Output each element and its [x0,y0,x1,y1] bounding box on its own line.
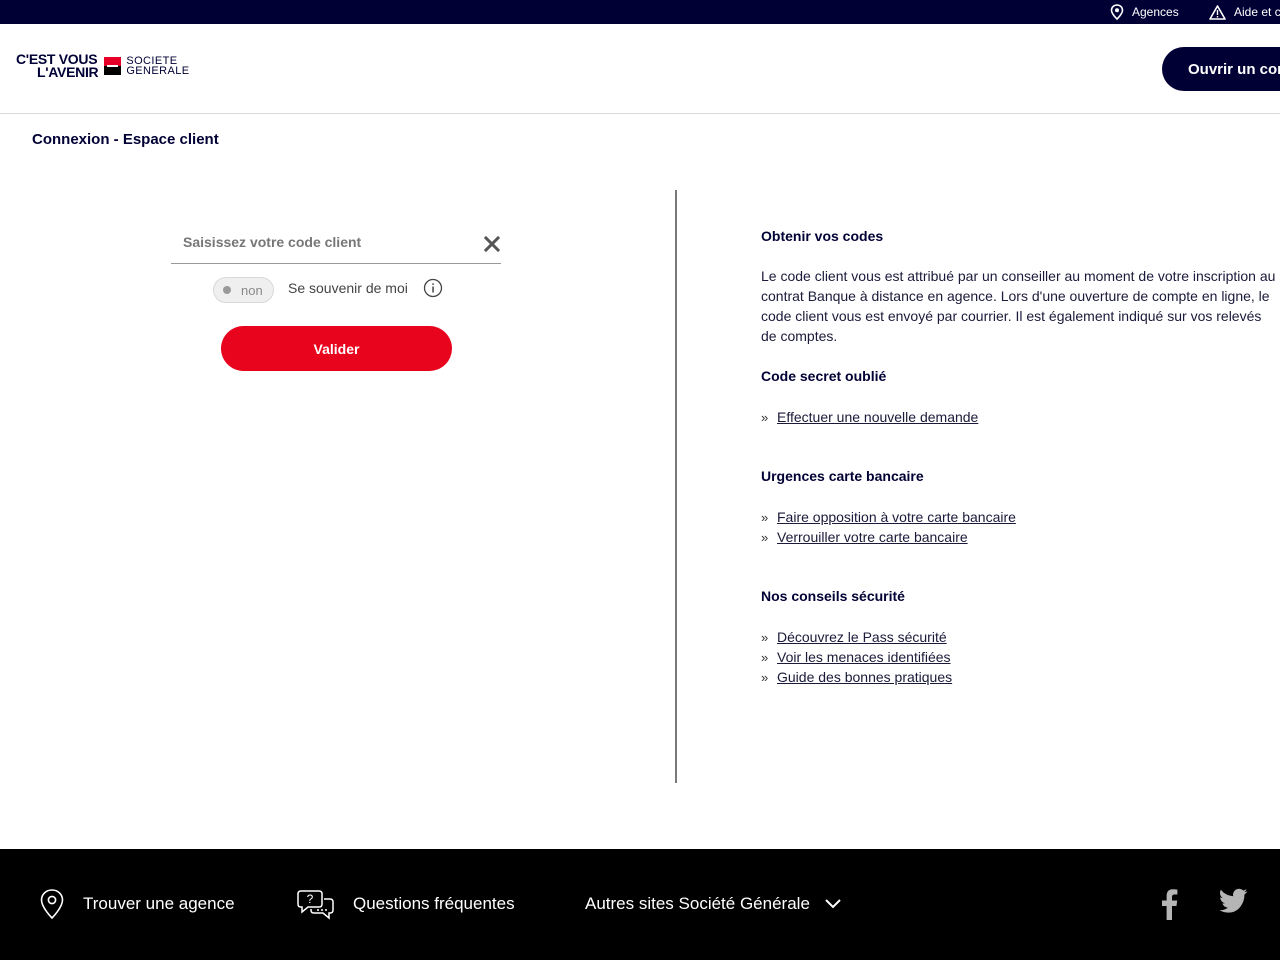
site-header: C'EST VOUS L'AVENIR SOCIETE GENERALE Ouv… [0,24,1280,114]
info-icon[interactable] [423,278,443,298]
clear-icon[interactable] [484,236,500,252]
valider-button[interactable]: Valider [221,326,452,371]
link-row: » Découvrez le Pass sécurité [761,627,947,647]
faq-label: Questions fréquentes [353,894,515,913]
societe-generale-logo: SOCIETE GENERALE [104,56,190,77]
brand-slogan: C'EST VOUS L'AVENIR [16,52,99,80]
autres-sites-dropdown[interactable]: Autres sites Société Générale [585,887,842,921]
code-secret-heading: Code secret oublié [761,368,887,384]
link-row: » Guide des bonnes pratiques [761,667,952,687]
warning-triangle-icon [1209,4,1226,20]
brand-logo[interactable]: C'EST VOUS L'AVENIR SOCIETE GENERALE [16,52,190,80]
svg-text:?: ? [307,892,314,906]
agences-label: Agences [1132,5,1179,19]
obtenir-codes-text: Le code client vous est attribué par un … [761,268,1276,344]
link-row: » Faire opposition à votre carte bancair… [761,507,1016,527]
slogan-line-2: L'AVENIR [37,64,99,80]
autres-sites-label: Autres sites Société Générale [585,894,810,913]
chat-question-icon: ? [297,890,334,920]
remember-me-label: Se souvenir de moi [288,280,408,296]
location-pin-icon [40,889,64,920]
double-chevron-icon: » [761,409,769,425]
link-row: » Verrouiller votre carte bancaire [761,527,968,547]
sg-wordmark-line-2: GENERALE [126,65,190,77]
toggle-knob [223,286,231,294]
top-utility-bar: Agences Aide et c [0,0,1280,24]
bonnes-pratiques-link[interactable]: Guide des bonnes pratiques [777,669,952,685]
pass-securite-link[interactable]: Découvrez le Pass sécurité [777,629,947,645]
aide-link[interactable]: Aide et c [1209,0,1280,24]
verrouiller-carte-link[interactable]: Verrouiller votre carte bancaire [777,529,968,545]
double-chevron-icon: » [761,649,769,665]
trouver-agence-link[interactable]: Trouver une agence [39,887,235,921]
location-pin-icon [1110,4,1124,20]
toggle-state-label: non [241,282,263,298]
sg-wordmark: SOCIETE GENERALE [126,56,190,77]
double-chevron-icon: » [761,509,769,525]
nouvelle-demande-link[interactable]: Effectuer une nouvelle demande [777,409,978,425]
client-code-input[interactable] [171,224,461,260]
double-chevron-icon: » [761,629,769,645]
page-title: Connexion - Espace client [32,131,219,148]
open-account-button[interactable]: Ouvrir un com [1162,47,1280,91]
link-row: » Voir les menaces identifiées [761,647,951,667]
site-footer: Trouver une agence ? Questions fréquente… [0,849,1280,960]
client-code-field [171,224,501,264]
double-chevron-icon: » [761,529,769,545]
obtenir-codes-heading: Obtenir vos codes [761,228,884,244]
menaces-link[interactable]: Voir les menaces identifiées [777,649,951,665]
agences-link[interactable]: Agences [1110,0,1179,24]
urgences-heading: Urgences carte bancaire [761,468,924,484]
trouver-agence-label: Trouver une agence [83,894,235,913]
double-chevron-icon: » [761,669,769,685]
faq-link[interactable]: ? Questions fréquentes [297,887,515,921]
remember-me-toggle[interactable]: non [213,277,274,303]
link-row: » Effectuer une nouvelle demande [761,407,978,427]
facebook-icon[interactable] [1160,888,1178,920]
sg-square-icon [104,57,122,75]
twitter-icon[interactable] [1218,888,1248,914]
chevron-down-icon [825,899,841,909]
conseils-securite-heading: Nos conseils sécurité [761,588,905,604]
vertical-divider [675,190,677,783]
opposition-carte-link[interactable]: Faire opposition à votre carte bancaire [777,509,1016,525]
aide-label: Aide et c [1234,5,1280,19]
